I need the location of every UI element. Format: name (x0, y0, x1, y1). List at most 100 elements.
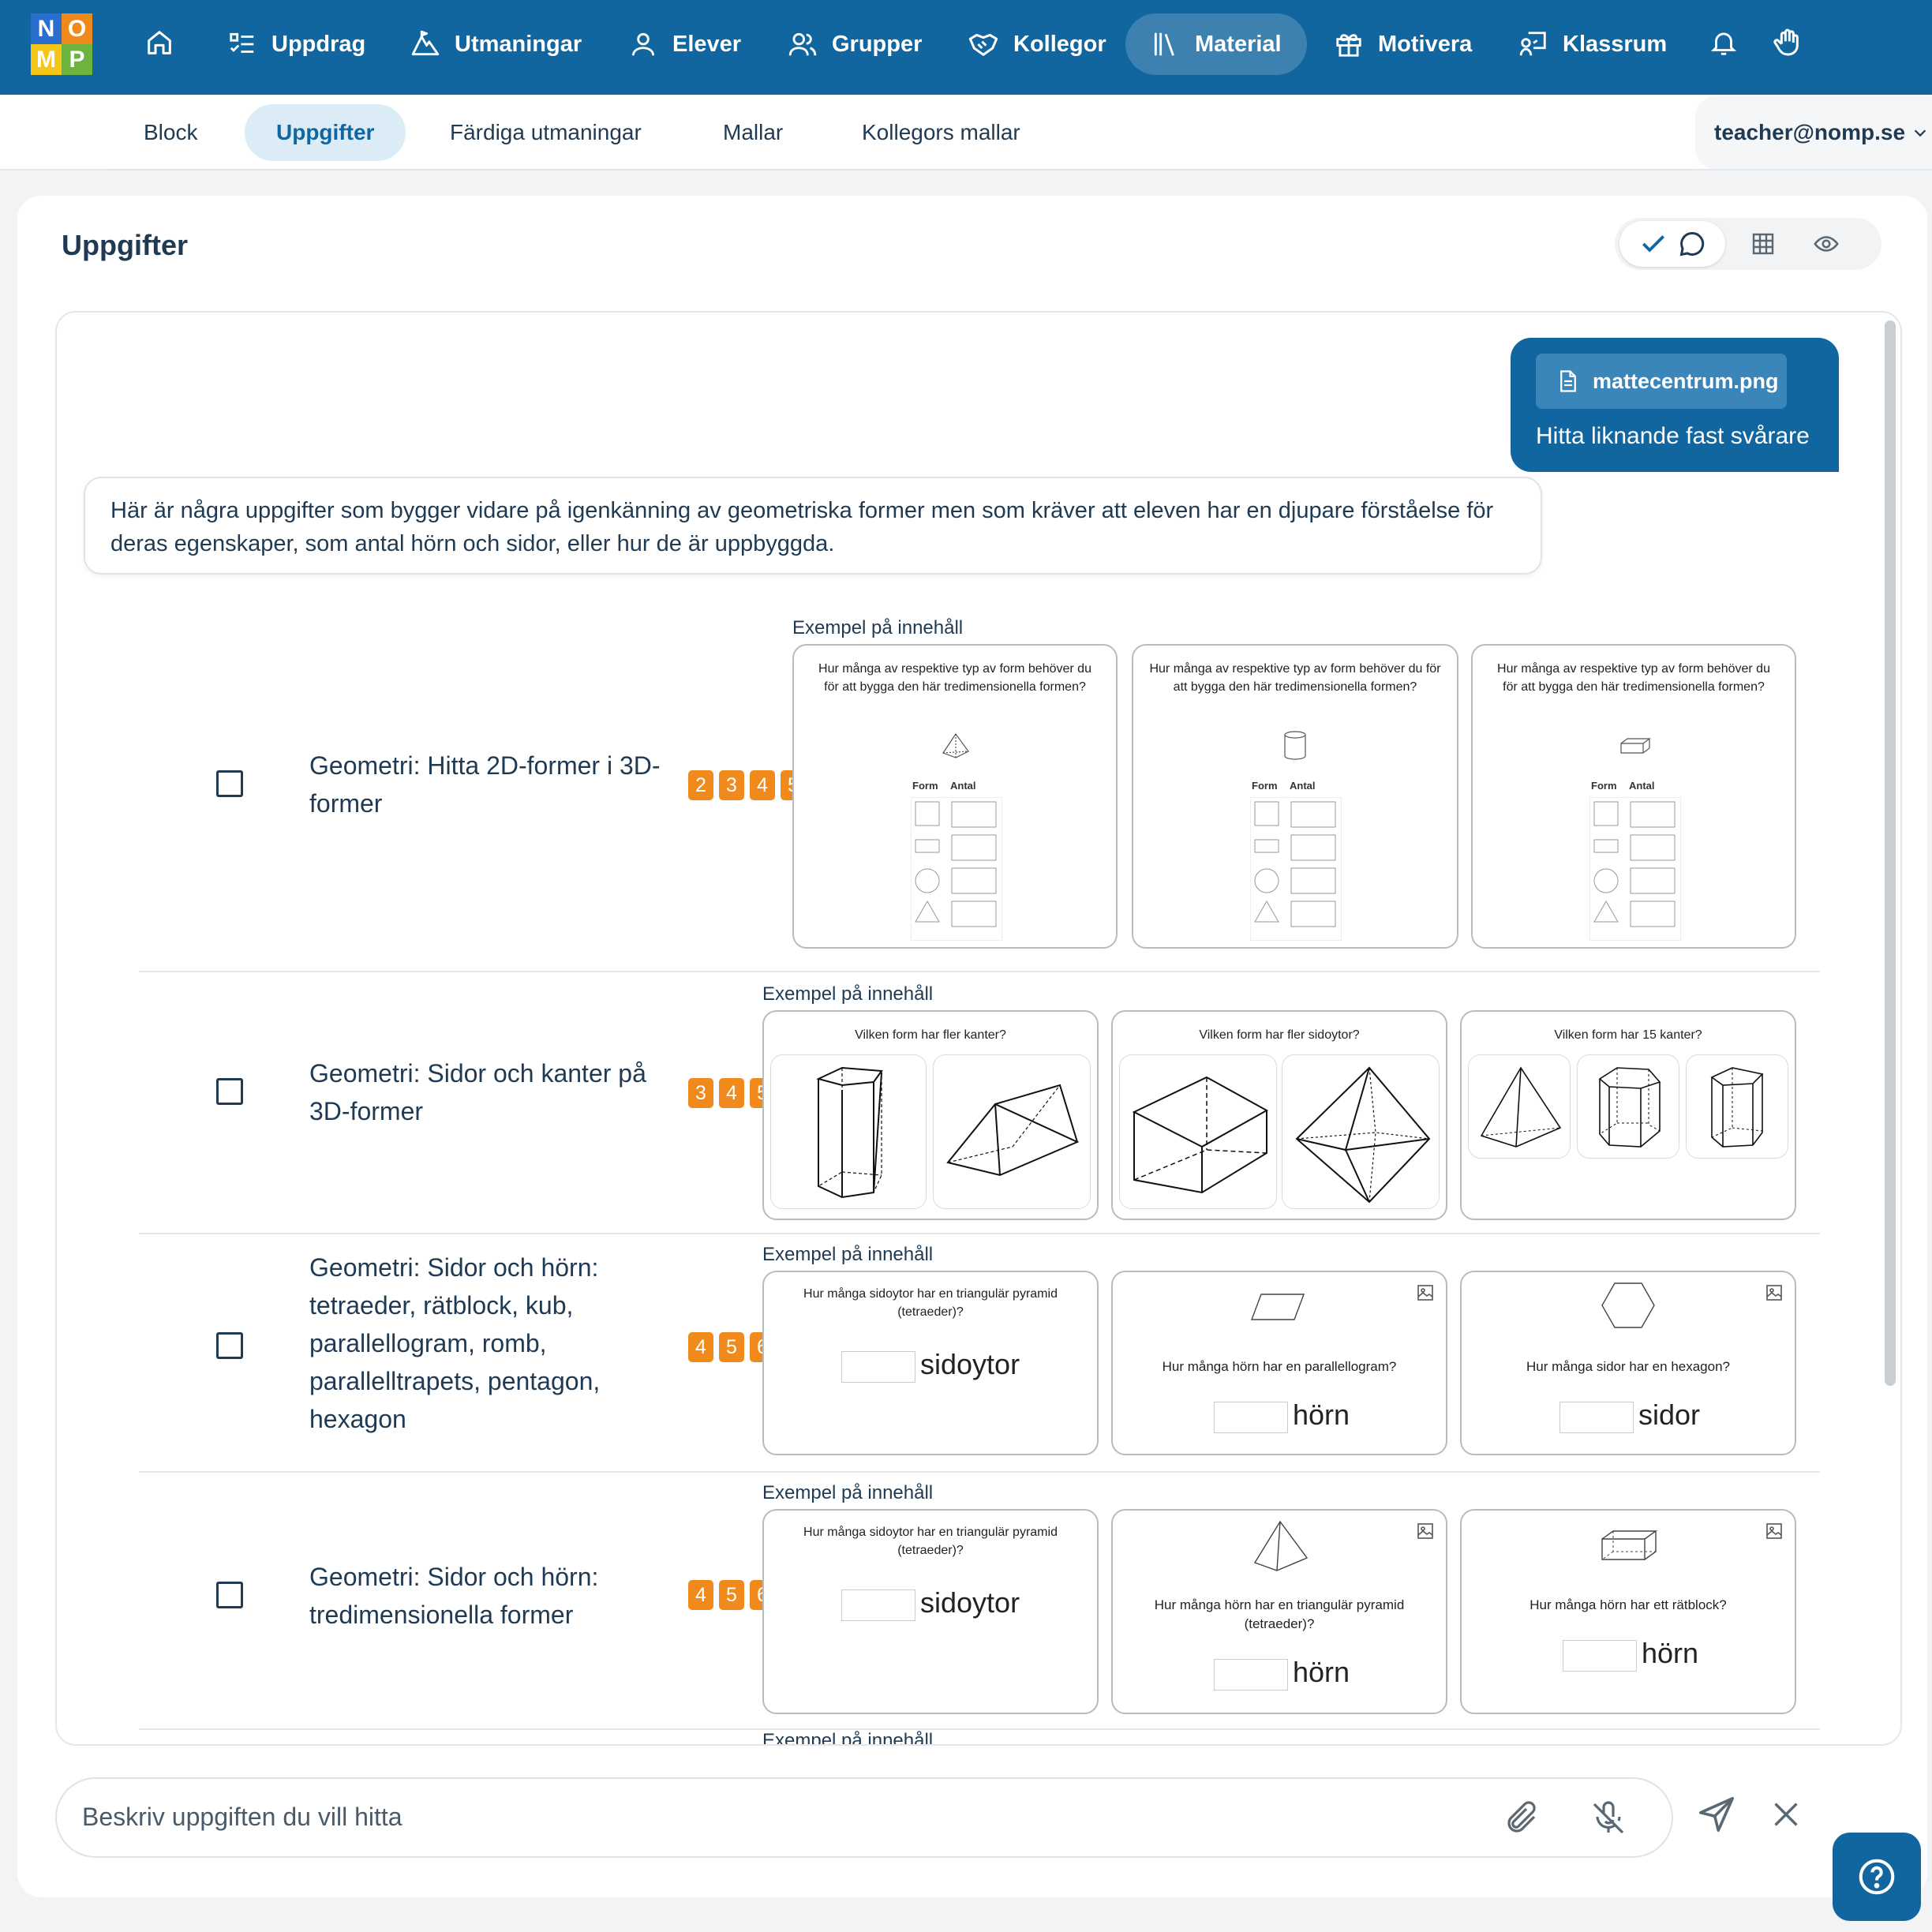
example-thumbnail[interactable]: Hur många hörn har en triangulär pyramid… (1111, 1509, 1447, 1714)
user-message: mattecentrum.png Hitta liknande fast svå… (1511, 338, 1839, 472)
help-icon (1859, 1859, 1895, 1895)
nav-label: Uppdrag (271, 31, 366, 57)
shape-option[interactable] (1468, 1054, 1571, 1159)
select-checkbox[interactable] (216, 1332, 243, 1359)
answer-input[interactable] (841, 1351, 915, 1383)
example-thumbnail[interactable]: Hur många av respektive typ av form behö… (1132, 644, 1458, 949)
example-thumbnail[interactable]: Hur många hörn har ett rätblock? hörn (1460, 1509, 1796, 1714)
tab-fardiga-utmaningar[interactable]: Färdiga utmaningar (450, 104, 642, 161)
nav-material[interactable]: Material (1125, 13, 1307, 75)
answer-input[interactable] (1559, 1402, 1634, 1433)
nomp-logo[interactable]: N O M P (31, 13, 92, 75)
tab-uppgifter[interactable]: Uppgifter (245, 104, 406, 161)
raised-hand-icon[interactable] (1768, 24, 1806, 62)
example-thumbnail[interactable]: Hur många sidor har en hexagon? sidor (1460, 1271, 1796, 1455)
image-icon[interactable] (1765, 1522, 1784, 1541)
image-icon[interactable] (1765, 1283, 1784, 1302)
example-thumbnail[interactable]: Hur många av respektive typ av form behö… (792, 644, 1118, 949)
grade-badge: 5 (719, 1332, 744, 1362)
grade-badge: 4 (688, 1332, 713, 1362)
view-preview[interactable] (1804, 221, 1848, 267)
nav-motivera[interactable]: Motivera (1334, 13, 1472, 75)
example-label: Exempel på innehåll (762, 1730, 934, 1746)
cylinder-icon (1284, 731, 1306, 760)
logo-letter: M (31, 44, 62, 75)
example-label: Exempel på innehåll (762, 1244, 934, 1265)
tab-mallar[interactable]: Mallar (723, 104, 783, 161)
answer-input[interactable] (1214, 1659, 1288, 1690)
nav-label: Utmaningar (455, 31, 582, 57)
view-table[interactable] (1741, 221, 1785, 267)
table-header: Form (1252, 780, 1278, 792)
example-thumbnail[interactable]: Hur många av respektive typ av form behö… (1471, 644, 1796, 949)
example-question: Vilken form har 15 kanter? (1554, 1028, 1702, 1042)
cuboid-icon (1601, 1530, 1657, 1560)
shape-option[interactable] (933, 1054, 1091, 1209)
help-button[interactable] (1833, 1833, 1921, 1921)
example-thumbnail[interactable]: Vilken form har 15 kanter? (1460, 1010, 1796, 1220)
example-question: Hur många sidoytor har en triangulär pyr… (803, 1526, 1058, 1557)
example-question: Hur många hörn har en triangulär pyramid… (1154, 1597, 1405, 1631)
example-question: Vilken form har fler sidoytor? (1199, 1028, 1360, 1042)
task-title: Geometri: Sidor och hörn: tredimensionel… (309, 1563, 599, 1629)
view-toggle (1615, 218, 1881, 270)
user-menu[interactable]: teacher@nomp.se (1695, 96, 1932, 169)
chat-pane[interactable]: mattecentrum.png Hitta liknande fast svå… (55, 311, 1902, 1746)
result-row: Geometri: Sidor och kanter på 3D-former … (139, 972, 1820, 1234)
shape-option[interactable] (1577, 1054, 1679, 1159)
shape-option[interactable] (1119, 1054, 1277, 1209)
answer-unit: sidoytor (920, 1586, 1020, 1619)
answer-unit: sidoytor (920, 1348, 1020, 1380)
bell-icon[interactable] (1705, 24, 1743, 62)
nav-klassrum[interactable]: Klassrum (1518, 13, 1667, 75)
send-icon[interactable] (1695, 1793, 1738, 1836)
example-thumbnail[interactable]: Hur många hörn har en parallellogram? hö… (1111, 1271, 1447, 1455)
example-thumbnail[interactable]: Hur många sidoytor har en triangulär pyr… (762, 1271, 1099, 1455)
assistant-message: Här är några uppgifter som bygger vidare… (84, 477, 1542, 575)
table-header: Antal (1629, 780, 1655, 792)
table-header: Antal (1290, 780, 1316, 792)
tab-kollegors-mallar[interactable]: Kollegors mallar (862, 104, 1020, 161)
image-icon[interactable] (1416, 1283, 1435, 1302)
example-thumbnail[interactable]: Vilken form har fler sidoytor? (1111, 1010, 1447, 1220)
home-icon[interactable] (140, 24, 178, 62)
nav-uppdrag[interactable]: Uppdrag (227, 13, 365, 75)
answer-input[interactable] (1563, 1640, 1637, 1672)
grade-badge: 3 (688, 1078, 713, 1108)
example-thumbnail[interactable]: Vilken form har fler kanter? (762, 1010, 1099, 1220)
nav-elever[interactable]: Elever (628, 13, 741, 75)
select-checkbox[interactable] (216, 1078, 243, 1105)
image-icon[interactable] (1416, 1522, 1435, 1541)
grade-badge: 5 (719, 1580, 744, 1610)
microphone-off-icon[interactable] (1589, 1799, 1627, 1837)
select-checkbox[interactable] (216, 1582, 243, 1608)
mountain-icon (411, 30, 440, 56)
cuboid-icon (1620, 738, 1651, 754)
answer-input[interactable] (1214, 1402, 1288, 1433)
attachment-chip[interactable]: mattecentrum.png (1536, 354, 1787, 409)
chat-input[interactable]: Beskriv uppgiften du vill hitta (55, 1777, 1673, 1858)
nav-grupper[interactable]: Grupper (788, 13, 922, 75)
nav-kollegor[interactable]: Kollegor (968, 13, 1106, 75)
answer-input[interactable] (841, 1589, 915, 1621)
table-header: Form (912, 780, 938, 792)
row-divider (139, 1728, 1820, 1730)
example-question: Vilken form har fler kanter? (855, 1028, 1006, 1042)
result-row: Geometri: Hitta 2D-former i 3D-former 2 … (139, 617, 1820, 972)
tab-block[interactable]: Block (144, 104, 197, 161)
example-thumbnail[interactable]: Hur många sidoytor har en triangulär pyr… (762, 1509, 1099, 1714)
logo-letter: P (62, 44, 92, 75)
answer-unit: hörn (1293, 1398, 1350, 1431)
nav-utmaningar[interactable]: Utmaningar (410, 13, 582, 75)
scrollbar[interactable] (1885, 320, 1896, 1386)
classroom-icon (1519, 32, 1546, 56)
example-label: Exempel på innehåll (762, 983, 934, 1005)
shape-option[interactable] (1282, 1054, 1440, 1209)
close-icon[interactable] (1768, 1796, 1804, 1833)
shape-option[interactable] (770, 1054, 927, 1209)
shape-option[interactable] (1686, 1054, 1788, 1159)
view-ai-chat[interactable] (1619, 221, 1725, 267)
select-checkbox[interactable] (216, 770, 243, 797)
answer-unit: hörn (1642, 1637, 1699, 1669)
paperclip-icon[interactable] (1503, 1799, 1541, 1837)
